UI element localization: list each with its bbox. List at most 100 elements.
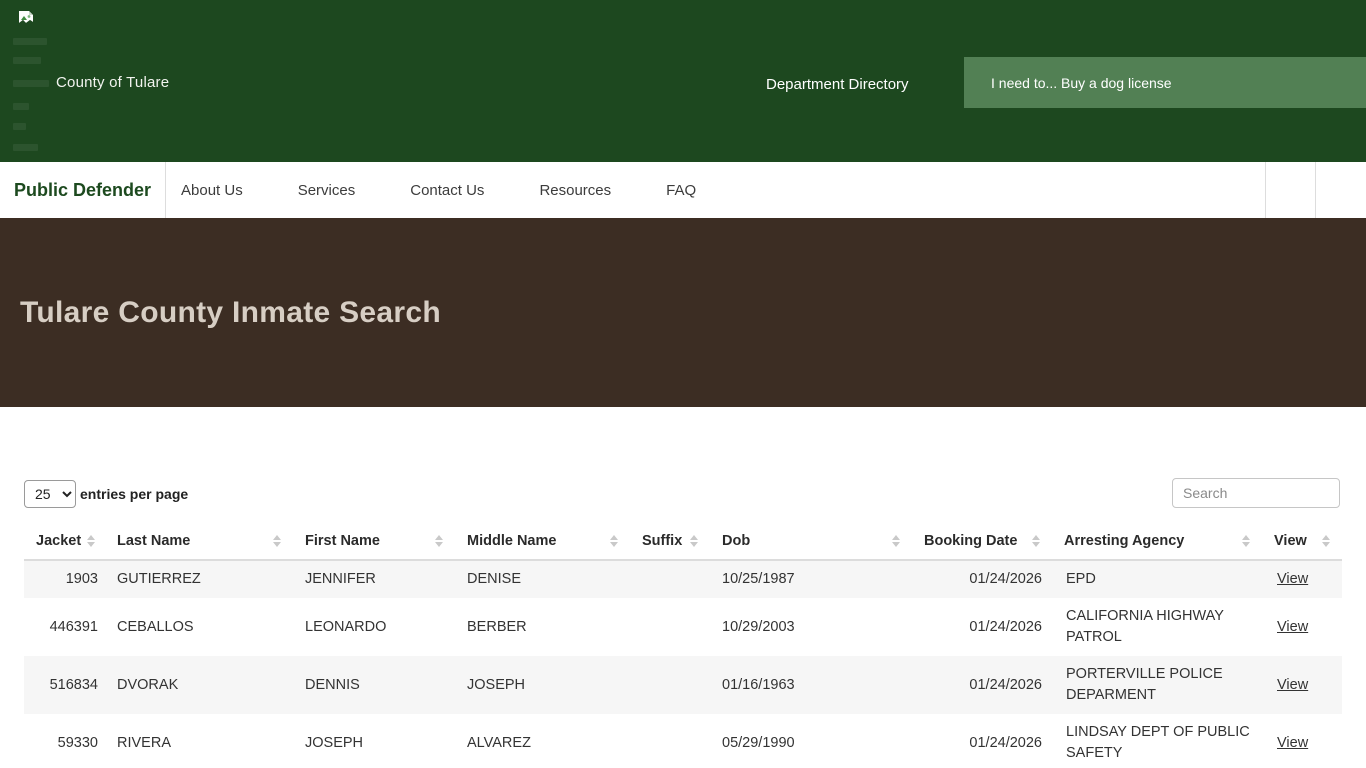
nav-item-contact-us[interactable]: Contact Us bbox=[410, 182, 484, 199]
column-label: First Name bbox=[305, 533, 380, 549]
faint-alt-text-line bbox=[13, 38, 47, 45]
column-header-booking-date[interactable]: Booking Date bbox=[912, 522, 1052, 560]
column-label: Booking Date bbox=[924, 533, 1017, 549]
faint-alt-text-line bbox=[13, 80, 49, 87]
table-row: 59330 RIVERA JOSEPH ALVAREZ 05/29/1990 0… bbox=[24, 714, 1342, 768]
nav-item-services[interactable]: Services bbox=[298, 182, 356, 199]
view-link[interactable]: View bbox=[1277, 619, 1308, 635]
nav-divider bbox=[165, 162, 166, 218]
cell-booking-date: 01/24/2026 bbox=[912, 560, 1052, 598]
cell-booking-date: 01/24/2026 bbox=[912, 598, 1052, 656]
column-label: Last Name bbox=[117, 533, 190, 549]
i-need-to-button[interactable]: I need to... Buy a dog license bbox=[964, 57, 1366, 108]
sort-icon bbox=[610, 535, 618, 547]
cell-suffix bbox=[630, 656, 710, 714]
faint-alt-text-line bbox=[13, 123, 26, 130]
column-label: Dob bbox=[722, 533, 750, 549]
table-header-row: Jacket Last Name First Name Middle Name … bbox=[24, 522, 1342, 560]
cell-last-name: DVORAK bbox=[105, 656, 293, 714]
sort-icon bbox=[690, 535, 698, 547]
entries-per-page-select[interactable]: 25 bbox=[24, 480, 76, 508]
view-link[interactable]: View bbox=[1277, 735, 1308, 751]
hero-banner: Tulare County Inmate Search bbox=[0, 218, 1366, 407]
column-header-first-name[interactable]: First Name bbox=[293, 522, 455, 560]
page: County of Tulare Department Directory I … bbox=[0, 0, 1366, 768]
table-row: 446391 CEBALLOS LEONARDO BERBER 10/29/20… bbox=[24, 598, 1342, 656]
cell-booking-date: 01/24/2026 bbox=[912, 714, 1052, 768]
nav-item-resources[interactable]: Resources bbox=[539, 182, 611, 199]
table-row: 516834 DVORAK DENNIS JOSEPH 01/16/1963 0… bbox=[24, 656, 1342, 714]
column-label: Jacket bbox=[36, 533, 81, 549]
page-title: Tulare County Inmate Search bbox=[20, 296, 441, 330]
cell-middle-name: JOSEPH bbox=[455, 656, 630, 714]
cell-view: View bbox=[1262, 714, 1342, 768]
cell-jacket: 446391 bbox=[24, 598, 105, 656]
view-link[interactable]: View bbox=[1277, 571, 1308, 587]
cell-suffix bbox=[630, 714, 710, 768]
cell-dob: 10/29/2003 bbox=[710, 598, 912, 656]
nav-bar: Public Defender About Us Services Contac… bbox=[0, 162, 1366, 218]
sort-icon bbox=[1322, 535, 1330, 547]
cell-booking-date: 01/24/2026 bbox=[912, 656, 1052, 714]
nav-item-faq[interactable]: FAQ bbox=[666, 182, 696, 199]
cell-middle-name: ALVAREZ bbox=[455, 714, 630, 768]
nav-links: About Us Services Contact Us Resources F… bbox=[181, 162, 751, 218]
cell-jacket: 59330 bbox=[24, 714, 105, 768]
nav-item-about-us[interactable]: About Us bbox=[181, 182, 243, 199]
cell-suffix bbox=[630, 560, 710, 598]
cell-last-name: RIVERA bbox=[105, 714, 293, 768]
view-link[interactable]: View bbox=[1277, 677, 1308, 693]
nav-department-title[interactable]: Public Defender bbox=[14, 162, 151, 218]
cell-arresting-agency: CALIFORNIA HIGHWAY PATROL bbox=[1052, 598, 1262, 656]
cell-middle-name: BERBER bbox=[455, 598, 630, 656]
sort-icon bbox=[435, 535, 443, 547]
nav-divider bbox=[1265, 162, 1266, 218]
column-header-jacket[interactable]: Jacket bbox=[24, 522, 105, 560]
column-label: Arresting Agency bbox=[1064, 533, 1184, 549]
cell-arresting-agency: EPD bbox=[1052, 560, 1262, 598]
cell-suffix bbox=[630, 598, 710, 656]
cell-view: View bbox=[1262, 560, 1342, 598]
faint-alt-text-line bbox=[13, 103, 29, 110]
site-header: County of Tulare Department Directory I … bbox=[0, 0, 1366, 162]
sort-icon bbox=[892, 535, 900, 547]
sort-icon bbox=[1032, 535, 1040, 547]
sort-icon bbox=[87, 535, 95, 547]
sort-icon bbox=[1242, 535, 1250, 547]
entries-per-page-label: entries per page bbox=[80, 486, 188, 502]
faint-alt-text-line bbox=[13, 57, 41, 64]
cell-jacket: 516834 bbox=[24, 656, 105, 714]
cell-arresting-agency: PORTERVILLE POLICE DEPARMENT bbox=[1052, 656, 1262, 714]
nav-divider bbox=[1315, 162, 1316, 218]
cell-arresting-agency: LINDSAY DEPT OF PUBLIC SAFETY bbox=[1052, 714, 1262, 768]
broken-image-icon bbox=[18, 10, 35, 27]
column-header-arresting-agency[interactable]: Arresting Agency bbox=[1052, 522, 1262, 560]
cell-dob: 10/25/1987 bbox=[710, 560, 912, 598]
column-label: View bbox=[1274, 533, 1307, 549]
cell-dob: 01/16/1963 bbox=[710, 656, 912, 714]
faint-alt-text-line bbox=[13, 144, 38, 151]
cell-view: View bbox=[1262, 598, 1342, 656]
sort-icon bbox=[273, 535, 281, 547]
search-input[interactable] bbox=[1172, 478, 1340, 508]
department-directory-link[interactable]: Department Directory bbox=[766, 76, 909, 93]
column-header-dob[interactable]: Dob bbox=[710, 522, 912, 560]
cell-view: View bbox=[1262, 656, 1342, 714]
cell-jacket: 1903 bbox=[24, 560, 105, 598]
cell-last-name: GUTIERREZ bbox=[105, 560, 293, 598]
cell-first-name: LEONARDO bbox=[293, 598, 455, 656]
cell-last-name: CEBALLOS bbox=[105, 598, 293, 656]
column-label: Middle Name bbox=[467, 533, 556, 549]
column-label: Suffix bbox=[642, 533, 682, 549]
site-name-link[interactable]: County of Tulare bbox=[56, 74, 169, 91]
cell-first-name: DENNIS bbox=[293, 656, 455, 714]
column-header-middle-name[interactable]: Middle Name bbox=[455, 522, 630, 560]
table-row: 1903 GUTIERREZ JENNIFER DENISE 10/25/198… bbox=[24, 560, 1342, 598]
column-header-suffix[interactable]: Suffix bbox=[630, 522, 710, 560]
cell-first-name: JOSEPH bbox=[293, 714, 455, 768]
column-header-last-name[interactable]: Last Name bbox=[105, 522, 293, 560]
cell-middle-name: DENISE bbox=[455, 560, 630, 598]
cell-first-name: JENNIFER bbox=[293, 560, 455, 598]
column-header-view[interactable]: View bbox=[1262, 522, 1342, 560]
cell-dob: 05/29/1990 bbox=[710, 714, 912, 768]
